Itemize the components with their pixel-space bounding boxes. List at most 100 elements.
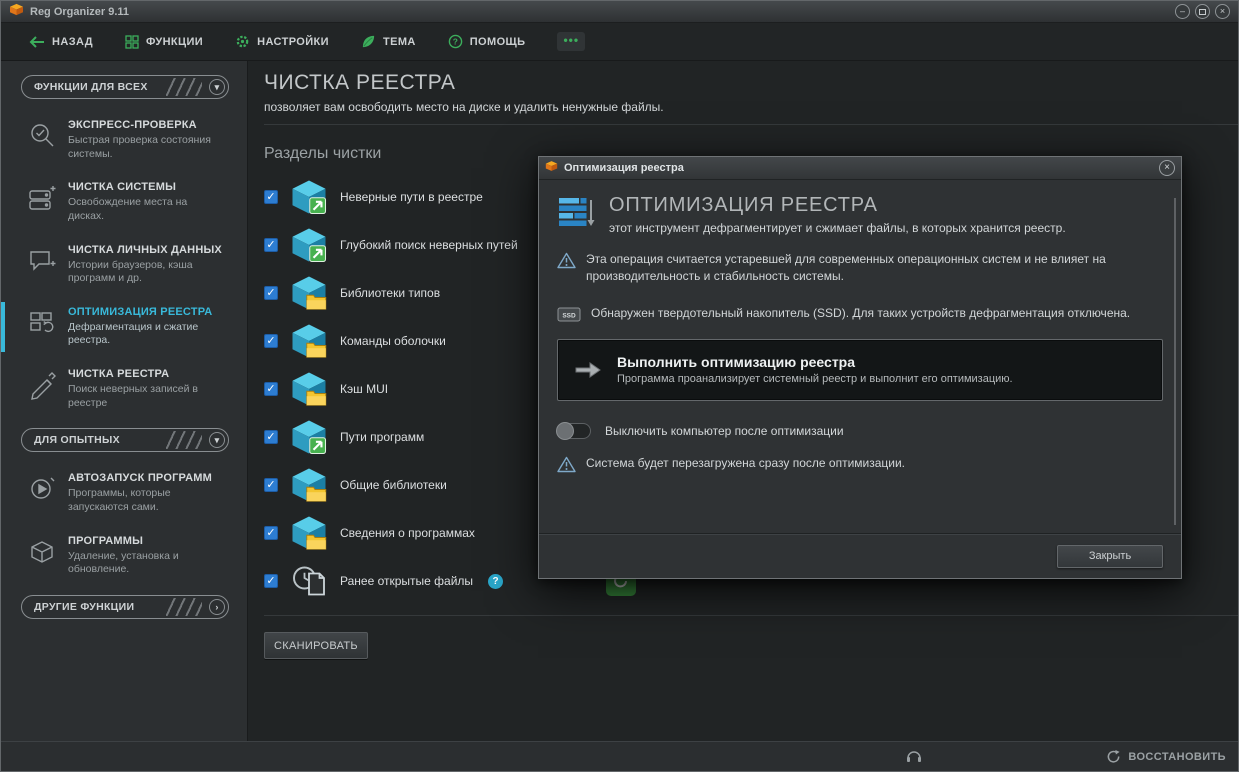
- toolbar-help-button[interactable]: ? ПОМОЩЬ: [432, 23, 542, 60]
- cleanup-row-label: Глубокий поиск неверных путей: [340, 238, 518, 252]
- sidebar-item-title: ЭКСПРЕСС-ПРОВЕРКА: [68, 119, 197, 131]
- sidebar-item-title: ЧИСТКА РЕЕСТРА: [68, 368, 170, 381]
- cube-arrow-icon: [291, 179, 327, 215]
- minimize-icon: –: [1179, 6, 1185, 16]
- sidebar-group-other-functions[interactable]: ДРУГИЕ ФУНКЦИИ ›: [21, 594, 229, 619]
- toolbar-back-button[interactable]: НАЗАД: [13, 23, 109, 60]
- check-icon: ✓: [266, 382, 276, 395]
- toolbar-more-button[interactable]: •••: [541, 23, 601, 60]
- sidebar-item-desc: Освобождение места на дисках.: [68, 196, 188, 222]
- scrollbar[interactable]: [1174, 198, 1176, 525]
- leaf-icon: [362, 35, 375, 48]
- dialog-close-footer-button[interactable]: Закрыть: [1057, 544, 1163, 568]
- toolbar-settings-label: НАСТРОЙКИ: [257, 35, 329, 48]
- checkbox-checked[interactable]: ✓: [264, 382, 278, 396]
- cleanup-row-label: Ранее открытые файлы: [340, 574, 474, 588]
- svg-text:?: ?: [452, 36, 458, 46]
- reboot-warning-text: Система будет перезагружена сразу после …: [586, 455, 906, 470]
- toolbar-settings-button[interactable]: НАСТРОЙКИ: [219, 23, 345, 60]
- file-clock-icon: [291, 563, 327, 599]
- close-icon: ×: [1164, 162, 1170, 173]
- divider: [264, 124, 1238, 125]
- headphones-icon[interactable]: [906, 749, 922, 769]
- shutdown-toggle-off[interactable]: [556, 421, 591, 440]
- check-icon: ✓: [266, 190, 276, 203]
- cleanup-row-label: Кэш MUI: [340, 382, 389, 396]
- cleanup-row-label: Сведения о программах: [340, 526, 475, 540]
- titlebar: Reg Organizer 9.11 – ×: [1, 1, 1238, 23]
- cube-folder-icon: [291, 515, 327, 551]
- sidebar: ФУНКЦИИ ДЛЯ ВСЕХ ▾ ЭКСПРЕСС-ПРОВЕРКА Быс…: [1, 61, 248, 741]
- dialog-close-button[interactable]: ×: [1159, 160, 1175, 176]
- sidebar-group-for-experienced[interactable]: ДЛЯ ОПЫТНЫХ ▾: [21, 428, 229, 453]
- chevron-right-icon[interactable]: ›: [209, 598, 225, 615]
- defrag-blocks-icon: [30, 312, 54, 332]
- divider: [264, 615, 1238, 616]
- run-optimization-desc: Программа проанализирует системный реест…: [617, 373, 1013, 386]
- page-subtitle: позволяет вам освободить место на диске …: [264, 100, 664, 114]
- minimize-button[interactable]: –: [1175, 4, 1190, 19]
- chevron-down-icon[interactable]: ▾: [209, 79, 225, 95]
- checkbox-checked[interactable]: ✓: [264, 574, 278, 588]
- disk-clean-icon: [29, 186, 56, 210]
- cube-arrow-icon: [291, 419, 327, 455]
- sidebar-item-desc: Удаление, установка и обновление.: [68, 549, 179, 576]
- sidebar-item-autostart-programs[interactable]: АВТОЗАПУСК ПРОГРАММ Программы, которые з…: [1, 462, 247, 524]
- statusbar: ВОССТАНОВИТЬ: [1, 741, 1238, 771]
- sidebar-item-registry-optimization[interactable]: ОПТИМИЗАЦИЯ РЕЕСТРА Дефрагментация и сжа…: [1, 296, 247, 358]
- dialog-title: Оптимизация реестра: [564, 162, 684, 174]
- more-dots-icon: •••: [557, 32, 586, 51]
- checkbox-checked[interactable]: ✓: [264, 430, 278, 444]
- warning-text: Эта операция считается устаревшей для со…: [586, 252, 1106, 283]
- sidebar-group2-label: ДЛЯ ОПЫТНЫХ: [34, 434, 120, 447]
- sidebar-item-desc: Программы, которые запускаются сами.: [68, 487, 171, 514]
- check-icon: ✓: [266, 334, 276, 347]
- question-circle-icon: ?: [448, 34, 463, 49]
- page-title: ЧИСТКА РЕЕСТРА: [264, 71, 456, 94]
- chat-bubble-icon: [30, 250, 56, 271]
- toggle-knob: [556, 421, 574, 440]
- toolbar-functions-button[interactable]: ФУНКЦИИ: [109, 23, 219, 60]
- help-icon[interactable]: ?: [488, 573, 504, 589]
- pill-stripes-decor: [166, 78, 202, 96]
- checkbox-checked[interactable]: ✓: [264, 238, 278, 252]
- sidebar-group3-label: ДРУГИЕ ФУНКЦИИ: [34, 600, 135, 613]
- cleanup-row-label: Общие библиотеки: [340, 478, 447, 492]
- toolbar-back-label: НАЗАД: [52, 35, 93, 48]
- app-window: Reg Organizer 9.11 – × НАЗАД ФУНКЦИИ НАС…: [0, 0, 1239, 772]
- checkbox-checked[interactable]: ✓: [264, 478, 278, 492]
- toolbar-theme-label: ТЕМА: [382, 35, 416, 48]
- sidebar-item-private-data-cleanup[interactable]: ЧИСТКА ЛИЧНЫХ ДАННЫХ Истории браузеров, …: [1, 234, 247, 296]
- toolbar-help-label: ПОМОЩЬ: [469, 35, 526, 48]
- run-arrow-icon: [575, 361, 601, 378]
- sidebar-item-registry-cleanup[interactable]: ЧИСТКА РЕЕСТРА Поиск неверных записей в …: [1, 358, 247, 420]
- cleanup-row-label: Команды оболочки: [340, 334, 446, 348]
- active-indicator: [1, 301, 5, 353]
- dialog-titlebar[interactable]: Оптимизация реестра ×: [539, 157, 1181, 180]
- sidebar-group-functions-for-all[interactable]: ФУНКЦИИ ДЛЯ ВСЕХ ▾: [21, 75, 229, 99]
- sidebar-item-title: АВТОЗАПУСК ПРОГРАММ: [68, 472, 212, 485]
- checkbox-checked[interactable]: ✓: [264, 334, 278, 348]
- defrag-bars-icon: [557, 194, 597, 235]
- maximize-icon: [1199, 8, 1206, 15]
- maximize-button[interactable]: [1195, 4, 1210, 19]
- sidebar-item-express-check[interactable]: ЭКСПРЕСС-ПРОВЕРКА Быстрая проверка состо…: [1, 109, 247, 171]
- sidebar-item-desc: Дефрагментация и сжатие реестра.: [68, 320, 199, 347]
- toolbar-theme-button[interactable]: ТЕМА: [345, 23, 432, 60]
- check-icon: ✓: [266, 286, 276, 299]
- chevron-down-icon[interactable]: ▾: [209, 432, 225, 449]
- scan-button[interactable]: СКАНИРОВАТЬ: [264, 632, 368, 659]
- close-button[interactable]: ×: [1215, 4, 1230, 19]
- sidebar-item-desc: Истории браузеров, кэша программ и др.: [68, 258, 193, 285]
- checkbox-checked[interactable]: ✓: [264, 286, 278, 300]
- checkbox-checked[interactable]: ✓: [264, 190, 278, 204]
- checkbox-checked[interactable]: ✓: [264, 526, 278, 540]
- ssd-drive-icon: SSD: [557, 307, 581, 322]
- sidebar-item-programs[interactable]: ПРОГРАММЫ Удаление, установка и обновлен…: [1, 525, 247, 587]
- magnifier-check-icon: [31, 124, 54, 147]
- run-optimization-button[interactable]: Выполнить оптимизацию реестра Программа …: [557, 338, 1163, 401]
- sidebar-item-system-cleanup[interactable]: ЧИСТКА СИСТЕМЫ Освобождение места на дис…: [1, 171, 247, 233]
- dialog-heading: ОПТИМИЗАЦИЯ РЕЕСТРА: [609, 194, 878, 216]
- restore-button[interactable]: ВОССТАНОВИТЬ: [1106, 749, 1226, 764]
- reboot-warning-note: Система будет перезагружена сразу после …: [557, 455, 1163, 473]
